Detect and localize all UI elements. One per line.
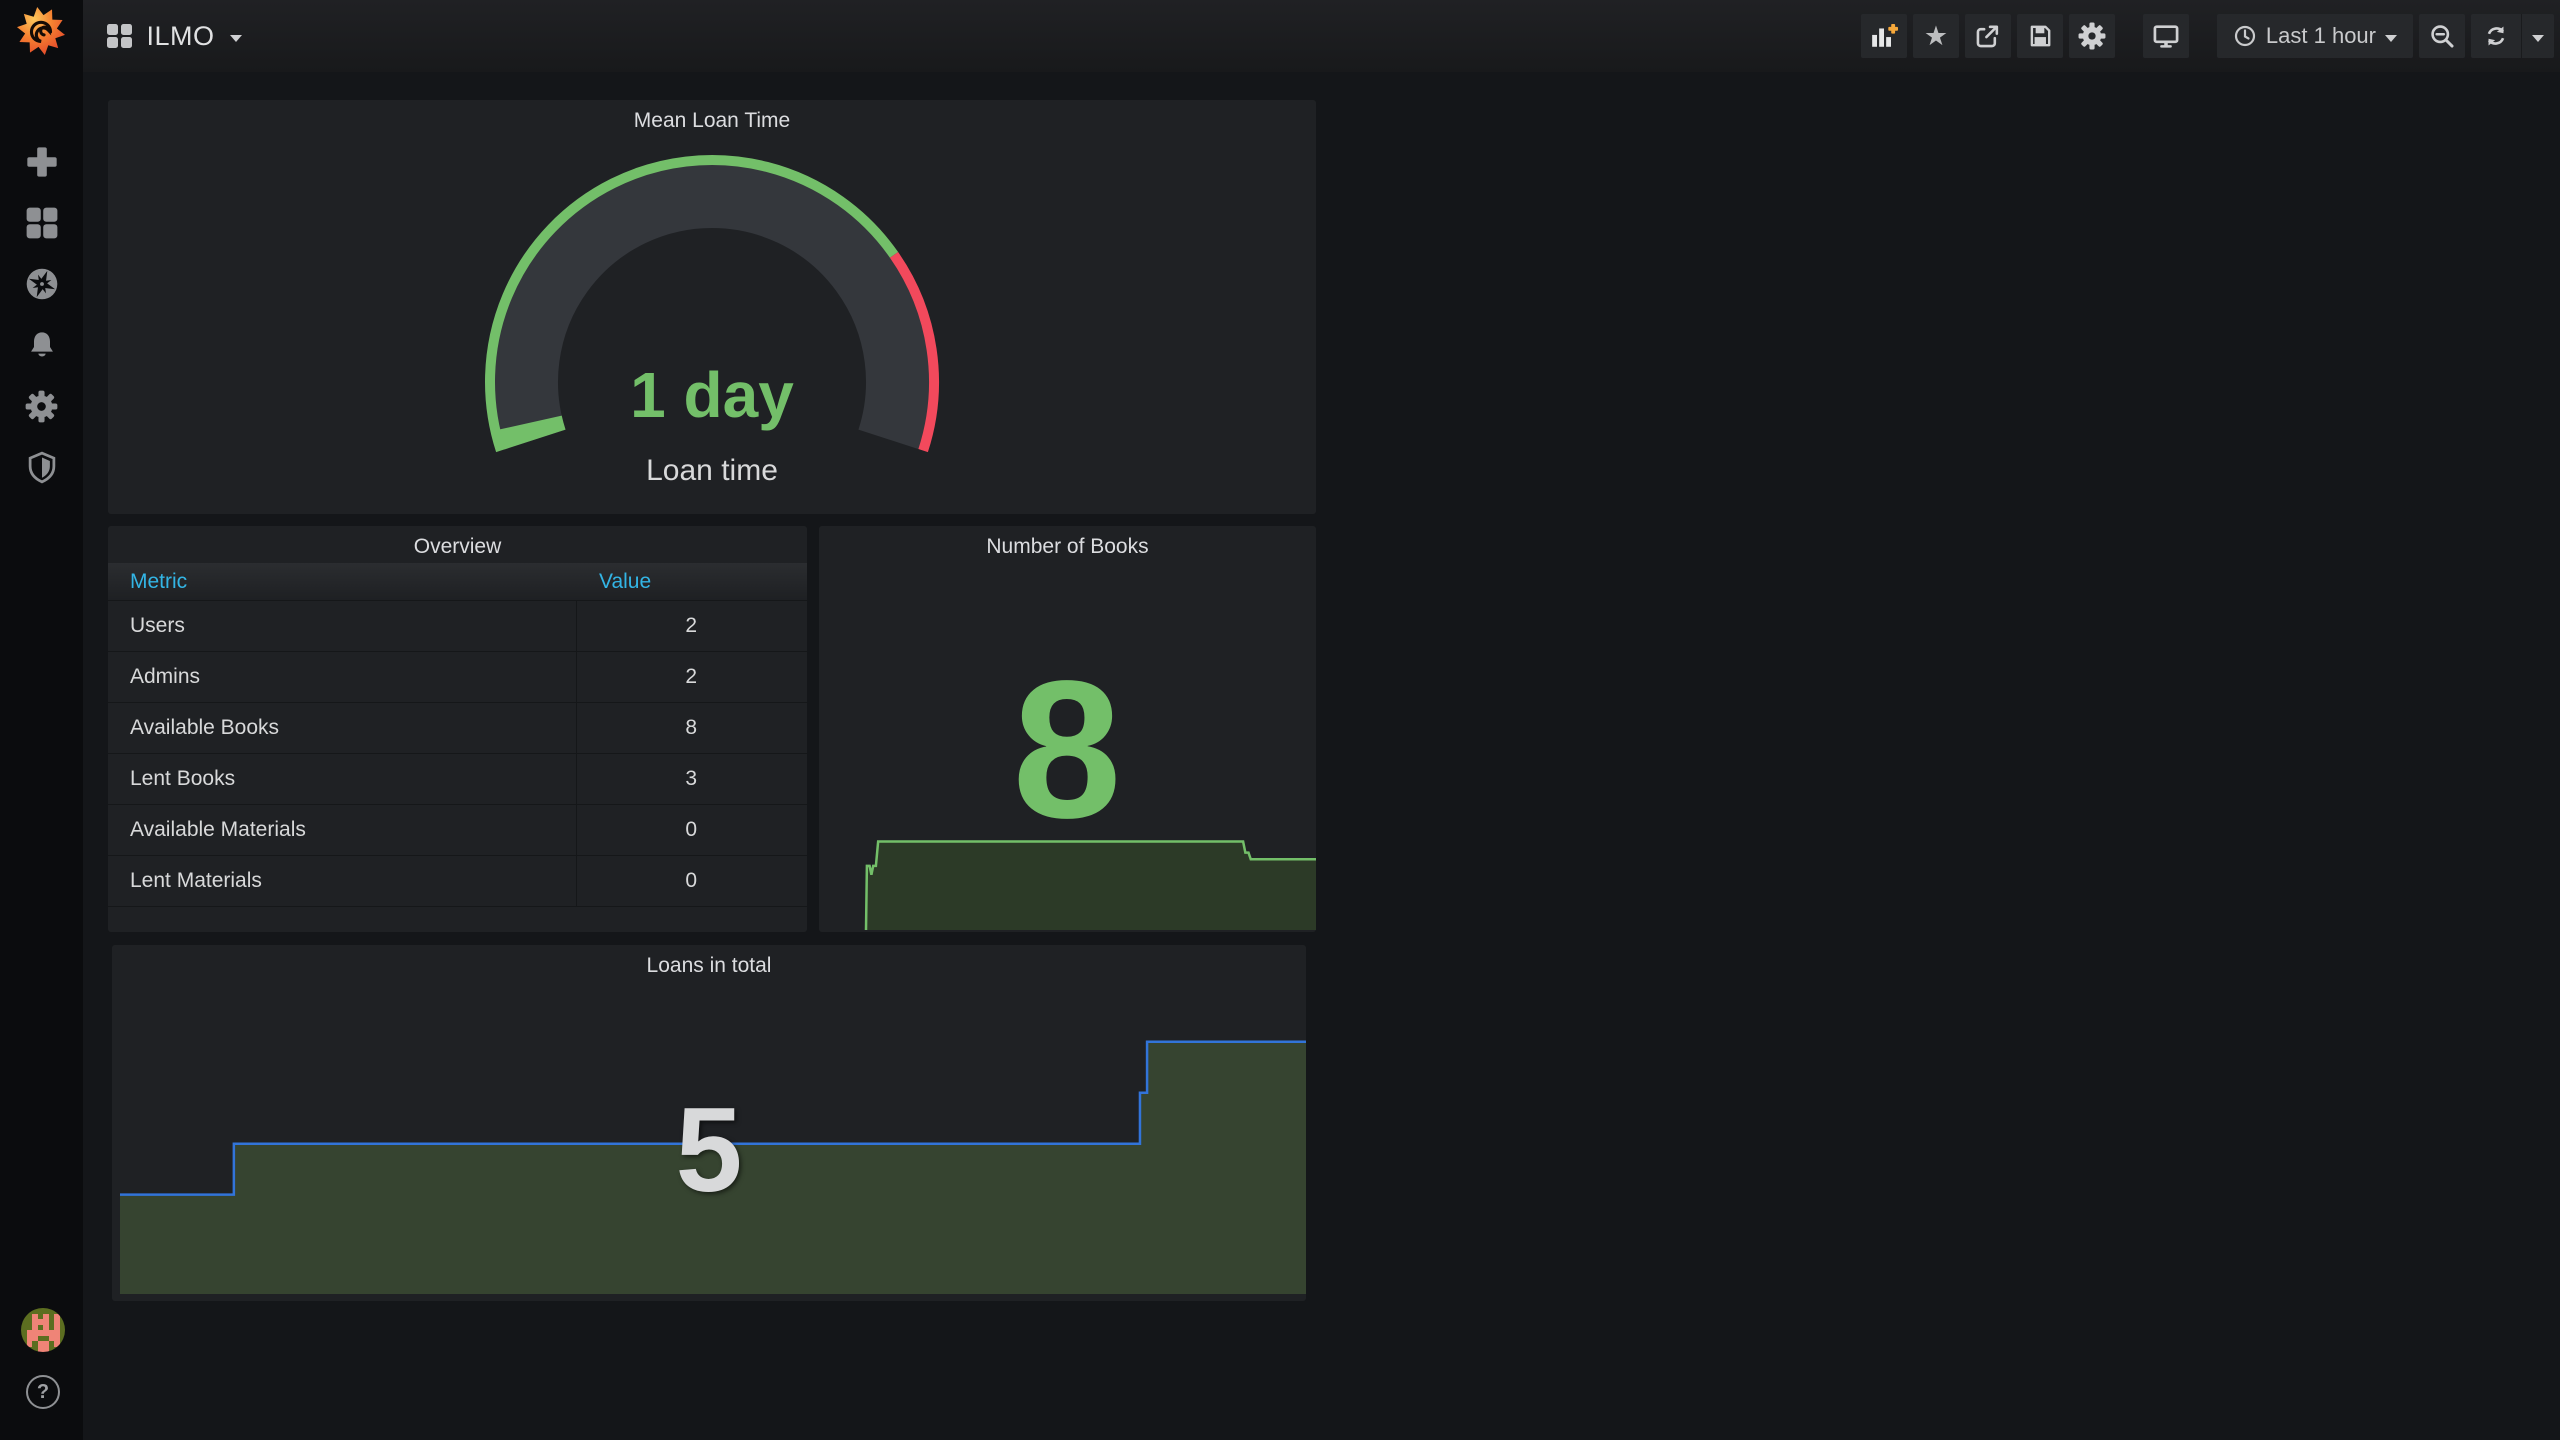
gear-icon — [2078, 22, 2106, 50]
column-header-value[interactable]: Value — [576, 563, 807, 601]
gauge-label: Loan time — [646, 454, 778, 487]
shield-icon — [28, 451, 55, 483]
sidebar-item-dashboards[interactable] — [25, 206, 59, 240]
table-row: Available Materials 0 — [108, 804, 807, 856]
bell-icon — [30, 332, 53, 357]
metric-cell: Lent Books — [108, 753, 576, 805]
value-cell: 0 — [575, 855, 807, 907]
plus-icon — [26, 147, 57, 177]
refresh-interval-button[interactable] — [2521, 14, 2554, 58]
time-range-label: Last 1 hour — [2265, 23, 2376, 48]
user-avatar[interactable] — [21, 1308, 65, 1352]
compass-icon — [26, 268, 57, 300]
sidebar: ? — [0, 0, 83, 1440]
sidebar-item-alerting[interactable] — [25, 328, 59, 362]
value-cell: 2 — [575, 600, 807, 652]
refresh-button-group — [2471, 14, 2554, 58]
stat-value: 5 — [675, 1083, 743, 1217]
sidebar-item-configuration[interactable] — [25, 389, 59, 423]
navbar: ILMO ★ Last 1 hour — [83, 0, 2560, 72]
dashboard-title: ILMO — [146, 20, 215, 51]
stat-value: 8 — [1012, 640, 1122, 859]
zoom-out-button[interactable] — [2419, 14, 2465, 58]
panel-title[interactable]: Overview — [108, 535, 807, 559]
time-range-picker[interactable]: Last 1 hour — [2216, 14, 2413, 58]
metric-cell: Admins — [108, 651, 576, 703]
star-dashboard-button[interactable]: ★ — [1912, 14, 1959, 58]
sidebar-item-server-admin[interactable] — [25, 450, 59, 484]
add-panel-button[interactable] — [1860, 14, 1907, 58]
value-cell: 0 — [575, 804, 807, 856]
save-dashboard-button[interactable] — [2016, 14, 2063, 58]
panel-overview: Overview Metric Value Users 2 Admins 2 Avail… — [108, 526, 807, 932]
navbar-actions: ★ Last 1 hour — [1855, 14, 2554, 58]
metric-cell: Available Books — [108, 702, 576, 754]
chevron-down-icon — [229, 34, 242, 42]
help-button[interactable]: ? — [26, 1375, 60, 1409]
zoom-out-icon — [2430, 24, 2454, 48]
sidebar-menu — [0, 145, 83, 484]
table-row: Admins 2 — [108, 651, 807, 703]
table-row: Users 2 — [108, 600, 807, 652]
overview-table: Metric Value Users 2 Admins 2 Available Book… — [108, 563, 807, 907]
panel-loans-in-total: Loans in total 5 — [112, 945, 1306, 1301]
add-panel-icon — [1872, 23, 1898, 47]
monitor-icon — [2153, 25, 2179, 48]
grafana-app: ? ILMO ★ Last 1 hour Mean Loan Time 1 da… — [0, 0, 2560, 1440]
metric-cell: Users — [108, 600, 576, 652]
sidebar-item-explore[interactable] — [25, 267, 59, 301]
sidebar-item-create[interactable] — [25, 145, 59, 179]
refresh-icon — [2487, 26, 2505, 46]
share-dashboard-button[interactable] — [1964, 14, 2011, 58]
dashboard-settings-button[interactable] — [2068, 14, 2115, 58]
gauge-value: 1 day — [630, 359, 794, 431]
value-cell: 3 — [575, 753, 807, 805]
gear-icon — [25, 390, 58, 422]
avatar-pixel-art — [21, 1308, 65, 1352]
table-row: Lent Materials 0 — [108, 855, 807, 907]
panel-mean-loan-time: Mean Loan Time 1 day Loan time — [108, 100, 1316, 514]
table-row: Available Books 8 — [108, 702, 807, 754]
chevron-down-icon — [2385, 34, 2397, 42]
grafana-logo-icon — [16, 6, 66, 56]
gauge-chart — [485, 155, 939, 453]
dashboard-picker-icon — [107, 23, 132, 49]
share-icon — [1977, 25, 1999, 47]
value-cell: 2 — [575, 651, 807, 703]
grafana-logo[interactable] — [15, 5, 67, 57]
table-row: Lent Books 3 — [108, 753, 807, 805]
value-cell: 8 — [575, 702, 807, 754]
star-icon: ★ — [1923, 20, 1949, 51]
save-icon — [2030, 25, 2051, 47]
dashboard-title-button[interactable]: ILMO — [83, 21, 242, 52]
panel-number-of-books: Number of Books 8 — [819, 526, 1316, 932]
dashboards-grid-icon — [26, 207, 57, 239]
clock-icon — [2234, 25, 2256, 47]
metric-cell: Available Materials — [108, 804, 576, 856]
table-header-row: Metric Value — [108, 563, 807, 601]
column-header-metric[interactable]: Metric — [108, 563, 576, 601]
cycle-view-mode-button[interactable] — [2142, 14, 2189, 58]
help-label: ? — [36, 1380, 50, 1403]
dashboard-canvas: Mean Loan Time 1 day Loan time Overview … — [83, 72, 2560, 1440]
metric-cell: Lent Materials — [108, 855, 576, 907]
refresh-button[interactable] — [2471, 14, 2521, 58]
chevron-down-icon — [2532, 34, 2544, 42]
overview-table-body: Users 2 Admins 2 Available Books 8 Lent Books 3… — [108, 600, 807, 907]
